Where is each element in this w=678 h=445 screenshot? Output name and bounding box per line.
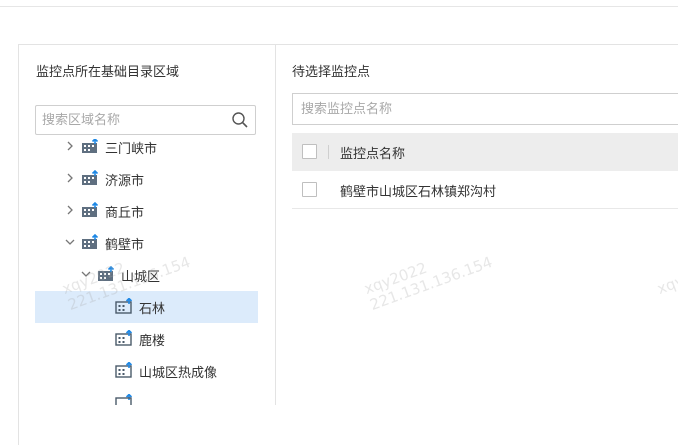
- table-row[interactable]: 鹤壁市山城区石林镇郑沟村: [292, 171, 678, 209]
- tree-node-city[interactable]: 三门峡市: [35, 139, 258, 163]
- region-leaf-icon: [115, 394, 133, 405]
- tree-node-label: 石林: [139, 302, 166, 317]
- tree-node-leaf[interactable]: 鹿楼: [35, 323, 258, 355]
- tree-node-label: 鹿楼: [139, 334, 166, 349]
- camera-search-input[interactable]: [301, 100, 678, 118]
- region-tree: 三门峡市 济源市 商丘市 鹤壁市 山城区 石林 鹿楼 山城区热成像: [19, 139, 275, 405]
- tree-node-label: 济源市: [105, 174, 145, 189]
- tree-node-label: 山城区: [121, 270, 161, 285]
- region-city-icon: [82, 170, 99, 185]
- tree-node-city[interactable]: 鹤壁市: [35, 227, 258, 259]
- tree-node-partial[interactable]: [35, 387, 258, 405]
- region-panel-title: 监控点所在基础目录区域: [36, 65, 180, 80]
- region-leaf-icon: [115, 330, 133, 346]
- column-header-name: 监控点名称: [340, 147, 406, 162]
- selection-panel: 监控点所在基础目录区域 三门峡市 济源市: [18, 44, 678, 445]
- tree-node-city[interactable]: 商丘市: [35, 195, 258, 227]
- region-city-icon: [82, 139, 99, 153]
- region-tree-panel: 监控点所在基础目录区域 三门峡市 济源市: [19, 45, 276, 405]
- tree-node-city[interactable]: 济源市: [35, 163, 258, 195]
- chevron-down-icon[interactable]: [63, 235, 77, 249]
- region-leaf-icon: [115, 362, 133, 378]
- select-all-checkbox[interactable]: [302, 144, 317, 159]
- tree-node-district[interactable]: 山城区: [35, 259, 258, 291]
- region-search-input[interactable]: [42, 111, 222, 129]
- row-checkbox[interactable]: [302, 182, 317, 197]
- camera-list-panel: 待选择监控点 监控点名称 鹤壁市山城区石林镇郑沟村: [276, 45, 678, 405]
- tree-node-leaf[interactable]: 山城区热成像: [35, 355, 258, 387]
- top-divider: [0, 0, 678, 7]
- region-city-icon: [82, 234, 99, 249]
- chevron-right-icon[interactable]: [63, 139, 77, 153]
- chevron-right-icon[interactable]: [63, 203, 77, 217]
- table-header: 监控点名称: [292, 133, 678, 171]
- camera-panel-title: 待选择监控点: [292, 65, 371, 80]
- chevron-down-icon[interactable]: [79, 267, 93, 281]
- search-icon[interactable]: [231, 111, 249, 129]
- tree-node-label: 三门峡市: [105, 142, 158, 157]
- tree-node-leaf-selected[interactable]: 石林: [35, 291, 258, 323]
- tree-node-label: 山城区热成像: [139, 366, 218, 381]
- tree-node-label: 商丘市: [105, 206, 145, 221]
- header-divider: [328, 145, 329, 159]
- region-city-icon: [82, 202, 99, 217]
- camera-search-box[interactable]: [292, 93, 678, 125]
- tree-node-label: 鹤壁市: [105, 238, 145, 253]
- region-leaf-icon: [115, 298, 133, 314]
- region-search-box[interactable]: [35, 105, 256, 135]
- camera-name: 鹤壁市山城区石林镇郑沟村: [340, 185, 497, 200]
- region-city-icon: [98, 266, 115, 281]
- chevron-right-icon[interactable]: [63, 171, 77, 185]
